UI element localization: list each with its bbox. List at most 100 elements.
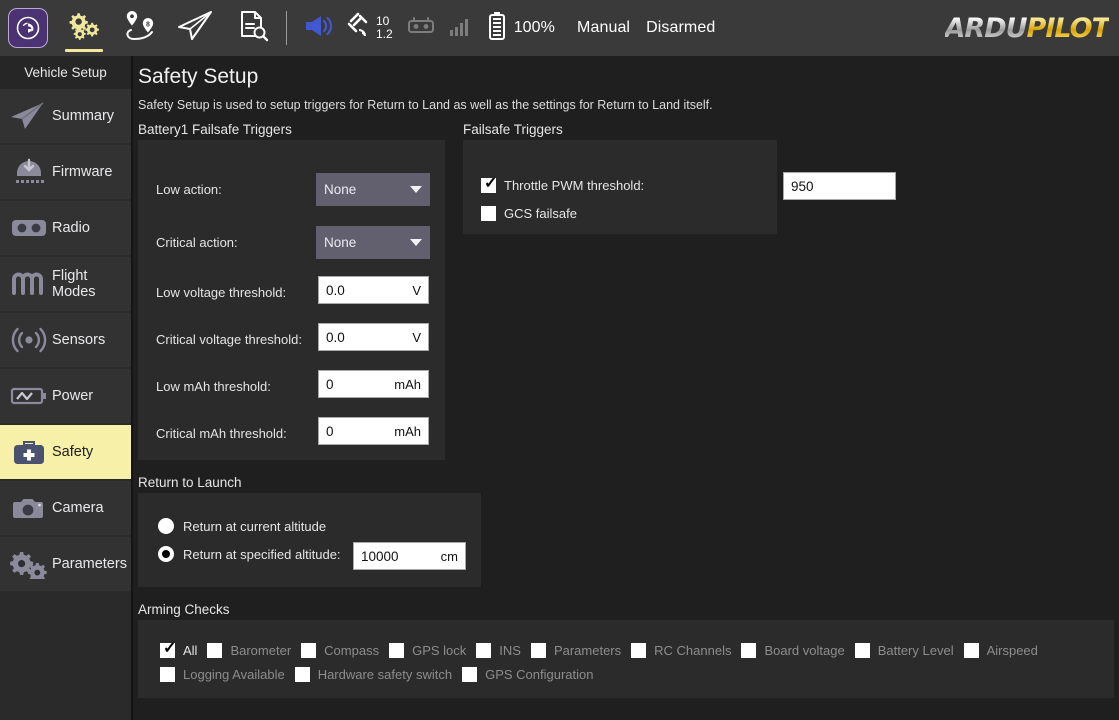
arming-check-checkbox[interactable]: [741, 643, 756, 658]
low-voltage-label: Low voltage threshold:: [156, 285, 286, 300]
critical-mah-label: Critical mAh threshold:: [156, 426, 287, 441]
ardupilot-logo: ARDUPILOT: [909, 8, 1109, 48]
return-current-alt-row: Return at current altitude: [158, 518, 326, 534]
arming-check-row: Compass: [301, 638, 379, 662]
critical-action-select[interactable]: None: [316, 226, 430, 259]
arming-check-checkbox[interactable]: [295, 667, 310, 682]
arming-check-checkbox[interactable]: [160, 667, 175, 682]
initial-setup-button[interactable]: [168, 0, 224, 56]
flight-plan-button[interactable]: 8: [112, 0, 168, 56]
link-signal-status[interactable]: [443, 0, 479, 56]
return-specified-alt-unit: cm: [441, 549, 458, 564]
gears-icon: [6, 544, 52, 584]
sidebar: Vehicle Setup Summary Firmware Radio: [0, 56, 133, 720]
return-specified-alt-radio[interactable]: [158, 546, 174, 562]
gps-status[interactable]: 10 1.2: [341, 0, 399, 56]
arming-checks-list: ✓AllBarometerCompassGPS lockINSParameter…: [160, 638, 1100, 686]
config-tuning-button[interactable]: [56, 0, 112, 56]
arming-check-label: Board voltage: [764, 643, 844, 658]
chevron-down-icon: [410, 186, 422, 193]
toolbar-divider: [286, 11, 287, 45]
sidebar-item-power[interactable]: Power: [0, 369, 131, 423]
sidebar-item-flight-modes[interactable]: Flight Modes: [0, 257, 131, 311]
critical-voltage-value: 0.0: [326, 330, 412, 345]
waypoint-route-icon: 8: [121, 8, 159, 49]
satellite-icon: [347, 12, 375, 45]
sidebar-item-radio[interactable]: Radio: [0, 201, 131, 255]
critical-voltage-input[interactable]: 0.0 V: [318, 323, 429, 351]
return-current-alt-radio[interactable]: [158, 518, 174, 534]
arming-check-label: Airspeed: [987, 643, 1038, 658]
critical-action-label: Critical action:: [156, 235, 238, 250]
arming-check-checkbox[interactable]: [631, 643, 646, 658]
simulation-button[interactable]: [224, 0, 280, 56]
critical-mah-input[interactable]: 0 mAh: [318, 417, 429, 445]
arming-check-label: GPS lock: [412, 643, 466, 658]
arming-check-row: Board voltage: [741, 638, 844, 662]
critical-mah-unit: mAh: [394, 424, 421, 439]
flight-mode-label[interactable]: Manual: [570, 19, 637, 37]
throttle-pwm-checkbox[interactable]: ✓: [481, 178, 496, 193]
critical-voltage-unit: V: [412, 330, 421, 345]
throttle-pwm-row: ✓ Throttle PWM threshold:: [481, 178, 644, 193]
arming-check-checkbox[interactable]: [476, 643, 491, 658]
return-specified-alt-label: Return at specified altitude:: [183, 547, 341, 562]
return-current-alt-label: Return at current altitude: [183, 519, 326, 534]
gcs-failsafe-checkbox[interactable]: [481, 206, 496, 221]
arming-check-label: Hardware safety switch: [318, 667, 452, 682]
flight-data-logo-button[interactable]: [0, 0, 56, 56]
arming-check-checkbox[interactable]: [964, 643, 979, 658]
arming-check-row: ✓ All: [160, 638, 197, 662]
sidebar-item-camera[interactable]: Camera: [0, 481, 131, 535]
sidebar-item-parameters[interactable]: Parameters: [0, 537, 131, 591]
critical-action-value: None: [324, 235, 410, 250]
low-action-select[interactable]: None: [316, 173, 430, 206]
arming-check-row: GPS Configuration: [462, 662, 593, 686]
sidebar-item-firmware[interactable]: Firmware: [0, 145, 131, 199]
svg-text:8: 8: [146, 21, 150, 28]
arming-check-label: Compass: [324, 643, 379, 658]
arming-check-row: GPS lock: [389, 638, 466, 662]
arming-check-checkbox[interactable]: [531, 643, 546, 658]
quadcopter-logo-icon: [8, 8, 48, 48]
rc-status[interactable]: [401, 0, 441, 56]
throttle-pwm-value: 950: [791, 179, 888, 194]
arming-check-checkbox[interactable]: [207, 643, 222, 658]
battery-icon: [487, 11, 507, 46]
sensor-waves-icon: [6, 320, 52, 360]
low-voltage-input[interactable]: 0.0 V: [318, 276, 429, 304]
sidebar-item-safety[interactable]: Safety: [0, 425, 131, 479]
speaker-status[interactable]: [297, 0, 339, 56]
arming-check-row: Battery Level: [855, 638, 954, 662]
sidebar-title: Vehicle Setup: [0, 56, 131, 89]
low-mah-row: Low mAh threshold:: [156, 379, 271, 394]
arming-check-checkbox[interactable]: [301, 643, 316, 658]
radio-dot-icon: [162, 550, 170, 558]
arming-check-checkbox[interactable]: ✓: [160, 643, 175, 658]
battery-percent-label: 100%: [507, 19, 562, 37]
speaker-icon: [303, 13, 333, 44]
sidebar-item-label: Firmware: [52, 164, 112, 180]
sidebar-item-summary[interactable]: Summary: [0, 89, 131, 143]
low-action-value: None: [324, 182, 410, 197]
arming-check-checkbox[interactable]: [855, 643, 870, 658]
battery-status[interactable]: 100%: [481, 0, 568, 56]
top-toolbar: 8: [0, 0, 1119, 56]
arm-state-label[interactable]: Disarmed: [639, 19, 722, 37]
gps-hdop: 1.2: [376, 28, 393, 41]
throttle-pwm-input[interactable]: 950: [783, 172, 896, 200]
low-action-label: Low action:: [156, 182, 222, 197]
arming-check-label: INS: [499, 643, 521, 658]
arming-check-label: All: [183, 643, 197, 658]
arming-check-checkbox[interactable]: [389, 643, 404, 658]
arming-check-checkbox[interactable]: [462, 667, 477, 682]
critical-action-row: Critical action:: [156, 235, 238, 250]
return-specified-alt-value: 10000: [361, 549, 441, 564]
return-specified-alt-row: Return at specified altitude:: [158, 546, 341, 562]
return-specified-alt-input[interactable]: 10000 cm: [353, 542, 466, 570]
sidebar-item-sensors[interactable]: Sensors: [0, 313, 131, 367]
sidebar-item-label: Camera: [52, 500, 104, 516]
throttle-pwm-label: Throttle PWM threshold:: [504, 178, 644, 193]
low-mah-input[interactable]: 0 mAh: [318, 370, 429, 398]
critical-voltage-row: Critical voltage threshold:: [156, 332, 302, 347]
